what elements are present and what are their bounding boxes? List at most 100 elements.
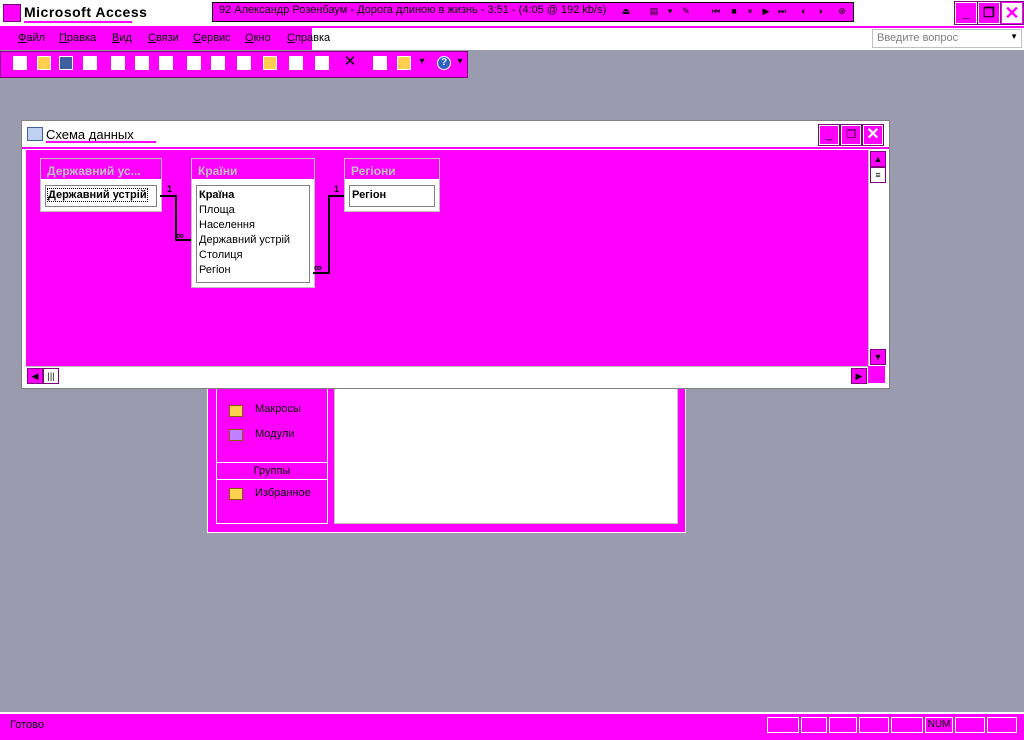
next-icon[interactable]: ⏭ bbox=[777, 6, 787, 16]
field-state-system[interactable]: Державний устрій bbox=[199, 234, 290, 246]
status-text: Готово bbox=[10, 719, 44, 731]
num-lock-indicator: NUM bbox=[925, 717, 953, 733]
objects-list[interactable] bbox=[334, 384, 678, 524]
toolbar-options-icon[interactable]: ▾ bbox=[456, 56, 464, 70]
table-state-system[interactable]: Державний ус... Державний устрій bbox=[40, 158, 162, 212]
relationships-icon bbox=[27, 127, 43, 141]
delete-icon[interactable]: ✕ bbox=[343, 54, 357, 70]
scroll-left-button[interactable]: ◀ bbox=[27, 368, 43, 384]
show-table-icon[interactable] bbox=[263, 56, 277, 70]
relationship-line[interactable] bbox=[328, 195, 330, 274]
objects-bar: Макросы Модули Группы Избранное bbox=[216, 384, 328, 524]
volume-up-icon[interactable]: ◑ bbox=[815, 6, 825, 16]
playlist-icon[interactable]: ▤ bbox=[649, 6, 659, 16]
previous-icon[interactable]: ⏮ bbox=[711, 6, 721, 16]
scroll-right-button[interactable]: ▶ bbox=[851, 368, 867, 384]
relationships-title-bar[interactable]: Схема данных _ ❐ ✕ bbox=[22, 121, 889, 149]
menu-view[interactable]: Вид bbox=[112, 32, 132, 44]
close-button[interactable]: ✕ bbox=[1001, 2, 1023, 24]
objects-macros[interactable]: Макросы bbox=[255, 403, 301, 415]
status-panel bbox=[767, 717, 799, 733]
scroll-up-button[interactable]: ▲ bbox=[870, 151, 886, 167]
field-population[interactable]: Населення bbox=[199, 219, 255, 231]
volume-down-icon[interactable]: ◐ bbox=[799, 6, 809, 16]
minimize-button[interactable]: _ bbox=[955, 2, 977, 24]
scroll-thumb[interactable]: ||| bbox=[43, 368, 59, 384]
winamp-bar[interactable]: 92 Александр Розенбаум - Дорога длиною в… bbox=[212, 2, 854, 22]
relationship-line[interactable] bbox=[328, 195, 344, 197]
table-name: Країни bbox=[198, 164, 238, 178]
relationships-title: Схема данных bbox=[46, 127, 134, 142]
scroll-thumb[interactable]: ≡ bbox=[870, 167, 886, 183]
minimize-button[interactable]: _ bbox=[819, 125, 839, 145]
new-icon[interactable] bbox=[13, 56, 27, 70]
winamp-close-icon[interactable]: ⊗ bbox=[837, 6, 847, 16]
groups-header[interactable]: Группы bbox=[217, 462, 327, 480]
menu-relationships[interactable]: Связи bbox=[148, 32, 179, 44]
menu-help[interactable]: Справка bbox=[287, 32, 330, 44]
relationships-canvas[interactable]: Державний ус... Державний устрій Країни … bbox=[26, 150, 868, 366]
field-region[interactable]: Регіон bbox=[352, 189, 386, 201]
objects-modules[interactable]: Модули bbox=[255, 428, 294, 440]
field-region[interactable]: Регіон bbox=[199, 264, 231, 276]
menu-window[interactable]: Окно bbox=[245, 32, 271, 44]
spelling-icon[interactable] bbox=[111, 56, 125, 70]
macro-icon bbox=[229, 405, 243, 417]
database-window: Макросы Модули Группы Избранное bbox=[207, 375, 686, 533]
table-title[interactable]: Регіони bbox=[345, 159, 439, 181]
chevron-down-icon[interactable]: ▾ bbox=[415, 56, 429, 70]
menu-edit[interactable]: Правка bbox=[59, 32, 96, 44]
scrollbar-corner bbox=[868, 366, 885, 383]
table-countries[interactable]: Країни Країна Площа Населення Державний … bbox=[191, 158, 315, 288]
play-icon[interactable]: ▶ bbox=[761, 6, 771, 16]
groups-favorites[interactable]: Избранное bbox=[255, 487, 311, 499]
table-name: Регіони bbox=[351, 164, 396, 178]
save-icon[interactable] bbox=[59, 56, 73, 70]
favorites-icon bbox=[229, 488, 243, 500]
chevron-down-icon[interactable]: ▼ bbox=[1010, 32, 1018, 41]
open-icon[interactable] bbox=[37, 56, 51, 70]
field-area[interactable]: Площа bbox=[199, 204, 235, 216]
status-panel bbox=[859, 717, 889, 733]
show-direct-icon[interactable] bbox=[289, 56, 303, 70]
one-cardinality-label: 1 bbox=[167, 184, 173, 194]
show-all-icon[interactable] bbox=[315, 56, 329, 70]
scroll-down-button[interactable]: ▼ bbox=[870, 349, 886, 365]
relationship-line[interactable] bbox=[160, 195, 176, 197]
menu-tools[interactable]: Сервис bbox=[193, 32, 231, 44]
close-button[interactable]: ✕ bbox=[863, 125, 883, 145]
pause-icon[interactable]: ⏸ bbox=[745, 6, 755, 16]
app-title-bar: Microsoft Access 92 Александр Розенбаум … bbox=[0, 0, 1024, 28]
access-app-icon[interactable] bbox=[3, 4, 21, 22]
vertical-scrollbar[interactable]: ▲ ≡ ▼ bbox=[868, 150, 886, 366]
horizontal-scrollbar[interactable]: ◀ ||| ▶ bbox=[26, 366, 868, 384]
undo-icon[interactable] bbox=[211, 56, 225, 70]
cut-icon[interactable] bbox=[135, 56, 149, 70]
field-country[interactable]: Країна bbox=[199, 189, 234, 201]
field-list[interactable]: Країна Площа Населення Державний устрій … bbox=[196, 185, 310, 283]
many-cardinality-label: ∞ bbox=[176, 230, 184, 242]
new-object-icon[interactable] bbox=[397, 56, 411, 70]
copy-icon[interactable] bbox=[159, 56, 173, 70]
field-list[interactable]: Державний устрій bbox=[45, 185, 157, 207]
print-preview-icon[interactable] bbox=[83, 56, 97, 70]
help-icon[interactable]: ? bbox=[437, 56, 451, 70]
table-regions[interactable]: Регіони Регіон bbox=[344, 158, 440, 212]
dropdown-icon[interactable]: ▾ bbox=[665, 6, 675, 16]
format-painter-icon[interactable] bbox=[237, 56, 251, 70]
ask-question-box[interactable]: Введите вопрос ▼ bbox=[872, 29, 1022, 48]
field-capital[interactable]: Столиця bbox=[199, 249, 243, 261]
many-cardinality-label: ∞ bbox=[314, 262, 322, 274]
database-window-icon[interactable] bbox=[373, 56, 387, 70]
field-state-system[interactable]: Державний устрій bbox=[47, 188, 148, 202]
eject-icon[interactable]: ⏏ bbox=[621, 6, 631, 16]
settings-icon[interactable]: ✎ bbox=[681, 6, 691, 16]
maximize-button[interactable]: ❐ bbox=[841, 125, 861, 145]
table-title[interactable]: Державний ус... bbox=[41, 159, 161, 181]
paste-icon[interactable] bbox=[187, 56, 201, 70]
stop-icon[interactable]: ■ bbox=[729, 6, 739, 16]
table-title[interactable]: Країни bbox=[192, 159, 314, 181]
maximize-button[interactable]: ❐ bbox=[978, 2, 1000, 24]
field-list[interactable]: Регіон bbox=[349, 185, 435, 207]
menu-file[interactable]: Файл bbox=[18, 32, 45, 44]
